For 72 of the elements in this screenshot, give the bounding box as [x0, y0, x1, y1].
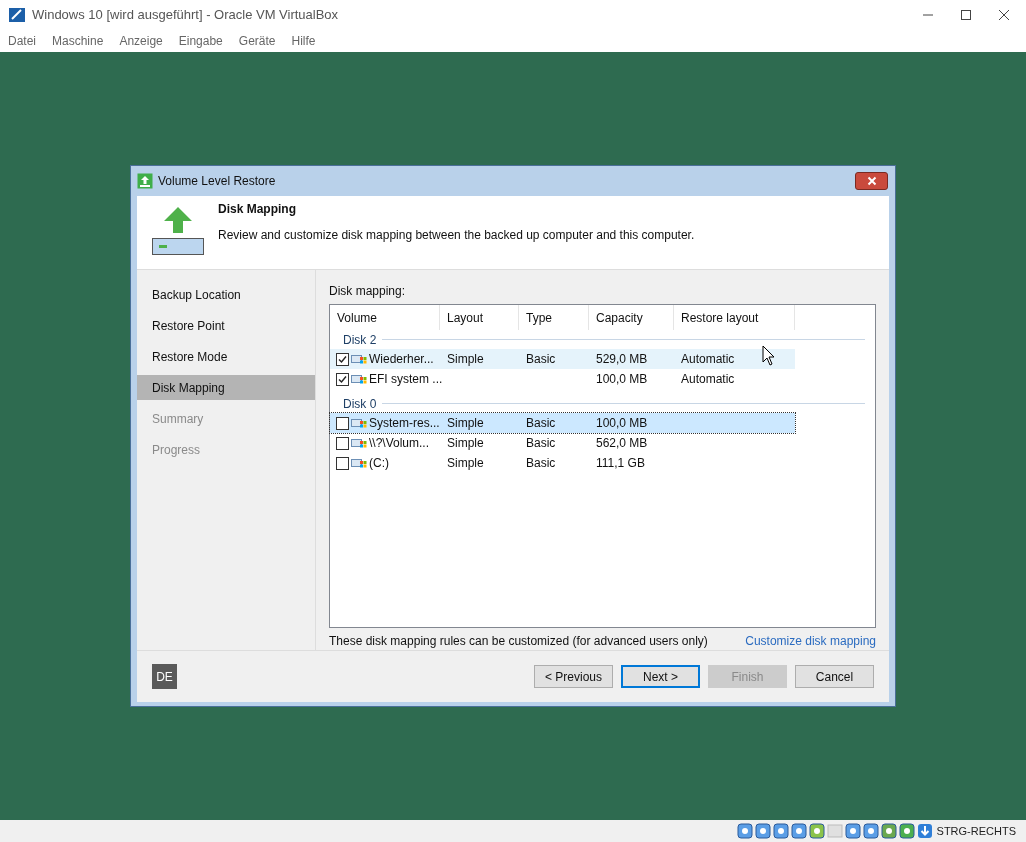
step-item[interactable]: Restore Mode: [137, 344, 315, 369]
header-description: Review and customize disk mapping between the backed up computer and this computer.: [218, 227, 695, 244]
volume-icon: [351, 437, 367, 449]
table-cell-text: System-res...: [369, 415, 440, 432]
table-cell-text: EFI system ...: [369, 371, 443, 388]
table-row[interactable]: EFI system ... 100,0 MB Automatic: [330, 369, 795, 389]
menu-item[interactable]: Hilfe: [291, 32, 316, 50]
column-header[interactable]: Restore layout: [674, 305, 795, 330]
mouse-cursor-icon: [762, 345, 775, 366]
volume-icon: [351, 417, 367, 429]
checkbox[interactable]: [336, 416, 349, 430]
dialog-button[interactable]: < Previous: [534, 665, 613, 688]
customize-link[interactable]: Customize disk mapping: [745, 632, 876, 650]
step-item[interactable]: Disk Mapping: [137, 375, 315, 400]
table-cell-text: 529,0 MB: [596, 351, 648, 368]
arrow-up-icon: [162, 206, 193, 234]
checkbox[interactable]: [336, 372, 349, 386]
menu-item[interactable]: Maschine: [52, 32, 104, 50]
header-title: Disk Mapping: [218, 201, 297, 218]
table-cell-text: Basic: [526, 455, 556, 472]
menu-item[interactable]: Geräte: [238, 32, 276, 50]
checkbox[interactable]: [336, 456, 349, 470]
column-header[interactable]: Layout: [440, 305, 519, 330]
volume-icon: [351, 457, 367, 469]
table-row[interactable]: (C:) Simple Basic 111,1 GB: [330, 453, 795, 473]
table-cell-text: Basic: [526, 435, 556, 452]
table-row[interactable]: System-res... Simple Basic 100,0 MB: [330, 413, 795, 433]
step-item[interactable]: Restore Point: [137, 313, 315, 338]
column-header[interactable]: Volume: [330, 305, 440, 330]
volume-icon: [351, 373, 367, 385]
dialog-title: Volume Level Restore: [158, 173, 276, 190]
group-label: Disk 0: [343, 395, 377, 413]
table-cell-text: Basic: [526, 415, 556, 432]
table-cell-text: Automatic: [681, 351, 735, 368]
table-cell-text: Automatic: [681, 371, 735, 388]
note-text: These disk mapping rules can be customized (for advanced users only): [329, 633, 708, 650]
table-cell-text: (C:): [369, 455, 389, 472]
table-cell-text: Wiederher...: [369, 351, 434, 368]
checkbox[interactable]: [336, 352, 349, 366]
table-cell-text: Simple: [447, 351, 484, 368]
table-cell-text: 100,0 MB: [596, 371, 648, 388]
app-icon: [8, 6, 26, 24]
menu-item[interactable]: Datei: [8, 32, 36, 50]
maximize-icon[interactable]: [960, 9, 972, 21]
close-button[interactable]: [855, 172, 888, 190]
host-key-label: STRG-RECHTS: [936, 823, 1016, 839]
volume-icon: [351, 353, 367, 365]
checkbox[interactable]: [336, 436, 349, 450]
dialog-button[interactable]: Cancel: [795, 665, 874, 688]
table-cell-text: Simple: [447, 415, 484, 432]
table-row[interactable]: \\?\Volum... Simple Basic 562,0 MB: [330, 433, 795, 453]
close-icon[interactable]: [998, 9, 1010, 21]
table-cell-text: 100,0 MB: [596, 415, 648, 432]
column-header[interactable]: Type: [519, 305, 589, 330]
group-label: Disk 2: [343, 331, 377, 349]
dialog-button[interactable]: Next >: [621, 665, 700, 688]
table-cell-text: Simple: [447, 435, 484, 452]
table-cell-text: 111,1 GB: [596, 455, 645, 472]
table-cell-text: 562,0 MB: [596, 435, 648, 452]
table-row[interactable]: Wiederher... Simple Basic 529,0 MB Automatic: [330, 349, 795, 369]
menu-item[interactable]: Anzeige: [119, 32, 163, 50]
column-header[interactable]: Capacity: [589, 305, 674, 330]
table-cell-text: Simple: [447, 455, 484, 472]
menu-item[interactable]: Eingabe: [178, 32, 223, 50]
language-badge[interactable]: DE: [152, 664, 177, 689]
table-cell-text: \\?\Volum...: [369, 435, 430, 452]
table-cell-text: Basic: [526, 351, 556, 368]
window-title: Windows 10 [wird ausgeführt] - Oracle VM VirtualBox: [32, 6, 339, 25]
step-item[interactable]: Backup Location: [137, 282, 315, 307]
table-label: Disk mapping:: [329, 283, 407, 300]
close-icon: [866, 176, 877, 186]
upload-icon: [137, 173, 153, 189]
